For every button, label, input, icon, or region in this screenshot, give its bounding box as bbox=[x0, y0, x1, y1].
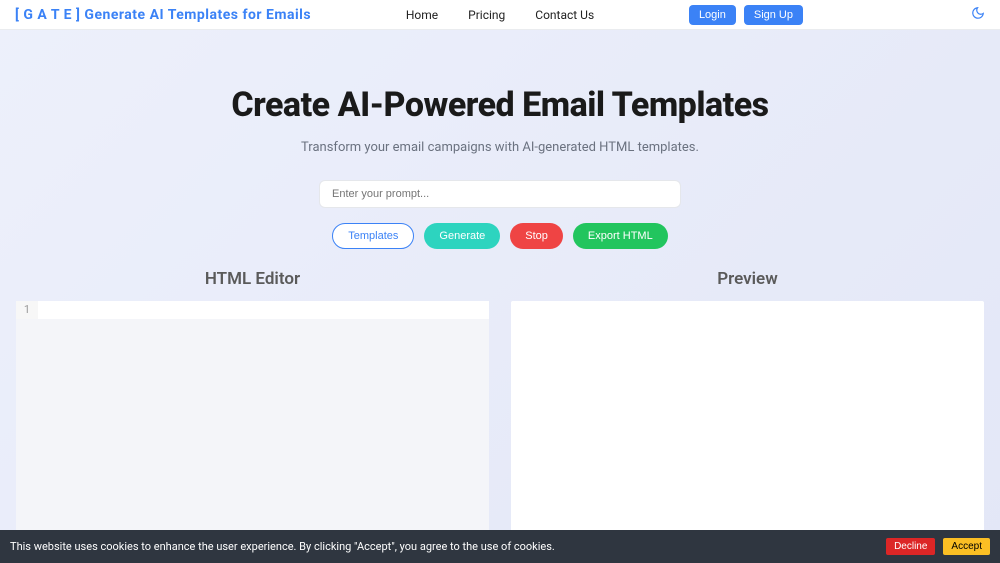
navbar: [ G A T E ] Generate AI Templates for Em… bbox=[0, 0, 1000, 30]
hero-section: Create AI-Powered Email Templates Transf… bbox=[0, 30, 1000, 249]
export-button[interactable]: Export HTML bbox=[573, 223, 668, 249]
templates-button[interactable]: Templates bbox=[332, 223, 414, 249]
preview-panel: Preview bbox=[511, 269, 984, 537]
login-button[interactable]: Login bbox=[689, 5, 736, 25]
cookie-accept-button[interactable]: Accept bbox=[943, 538, 990, 555]
hero-title: Create AI-Powered Email Templates bbox=[0, 85, 1000, 125]
nav-home[interactable]: Home bbox=[406, 8, 438, 22]
cookie-decline-button[interactable]: Decline bbox=[886, 538, 935, 555]
editor-code-area[interactable] bbox=[38, 301, 489, 319]
hero-subtitle: Transform your email campaigns with AI-g… bbox=[0, 140, 1000, 155]
action-row: Templates Generate Stop Export HTML bbox=[0, 223, 1000, 249]
html-editor[interactable]: 1 bbox=[16, 301, 489, 537]
brand-logo[interactable]: [ G A T E ] Generate AI Templates for Em… bbox=[15, 7, 311, 23]
cookie-text: This website uses cookies to enhance the… bbox=[10, 540, 555, 553]
nav-center: Home Pricing Contact Us bbox=[406, 8, 594, 22]
workspace: HTML Editor 1 Preview bbox=[0, 249, 1000, 537]
moon-icon bbox=[971, 6, 985, 20]
cookie-actions: Decline Accept bbox=[886, 538, 990, 555]
theme-toggle[interactable] bbox=[971, 5, 985, 24]
prompt-input[interactable] bbox=[319, 180, 681, 208]
preview-title: Preview bbox=[511, 269, 984, 289]
nav-pricing[interactable]: Pricing bbox=[468, 8, 505, 22]
cookie-banner: This website uses cookies to enhance the… bbox=[0, 530, 1000, 563]
editor-panel: HTML Editor 1 bbox=[16, 269, 489, 537]
signup-button[interactable]: Sign Up bbox=[744, 5, 803, 25]
preview-area bbox=[511, 301, 984, 537]
editor-title: HTML Editor bbox=[16, 269, 489, 289]
generate-button[interactable]: Generate bbox=[424, 223, 500, 249]
stop-button[interactable]: Stop bbox=[510, 223, 563, 249]
editor-line-number: 1 bbox=[16, 301, 38, 319]
nav-right: Login Sign Up bbox=[689, 5, 985, 25]
nav-contact[interactable]: Contact Us bbox=[535, 8, 594, 22]
